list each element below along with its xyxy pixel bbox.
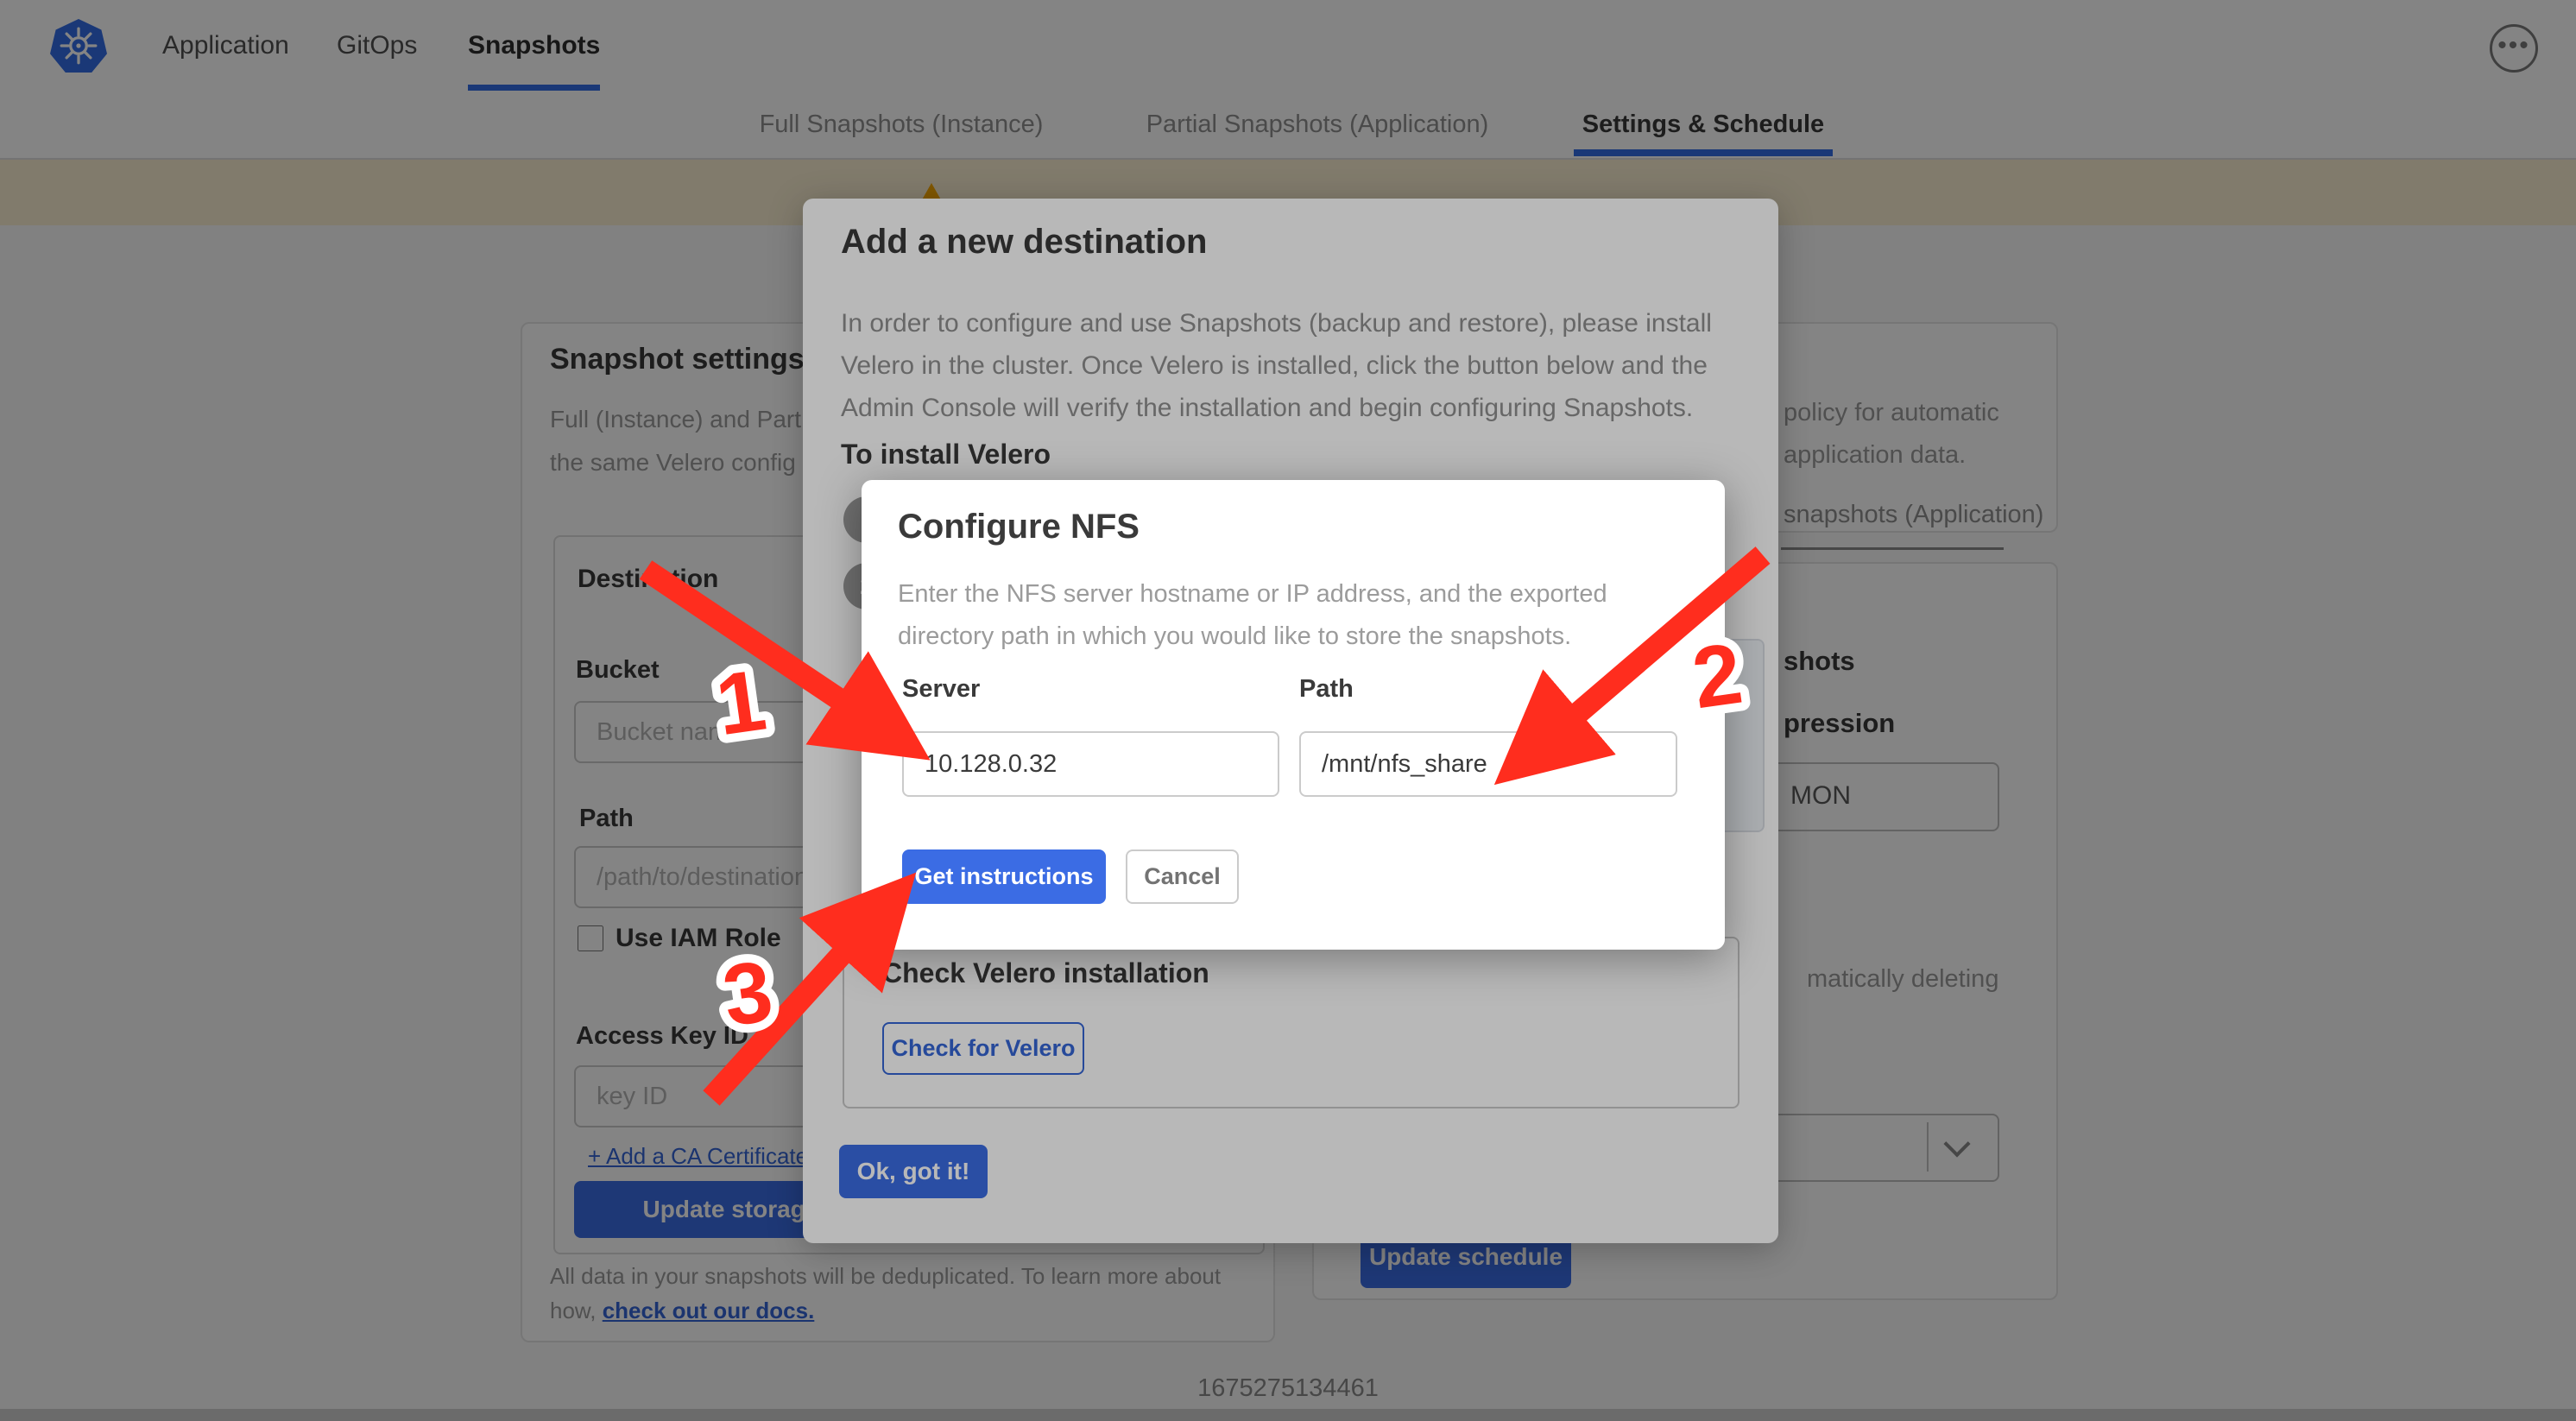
nfs-path-label: Path	[1299, 675, 1354, 704]
nfs-description-line1: Enter the NFS server hostname or IP addr…	[898, 573, 1607, 616]
cancel-button[interactable]: Cancel	[1126, 849, 1239, 904]
nfs-description-line2: directory path in which you would like t…	[898, 616, 1607, 658]
nfs-path-input[interactable]	[1299, 731, 1677, 797]
configure-nfs-modal: Configure NFS Enter the NFS server hostn…	[862, 480, 1725, 950]
server-label: Server	[902, 675, 980, 704]
admin-console-page: Application GitOps Snapshots ••• Full Sn…	[0, 0, 2576, 1421]
get-instructions-button[interactable]: Get instructions	[902, 849, 1106, 904]
nfs-modal-title: Configure NFS	[898, 508, 1140, 546]
nfs-server-input[interactable]	[902, 731, 1279, 797]
